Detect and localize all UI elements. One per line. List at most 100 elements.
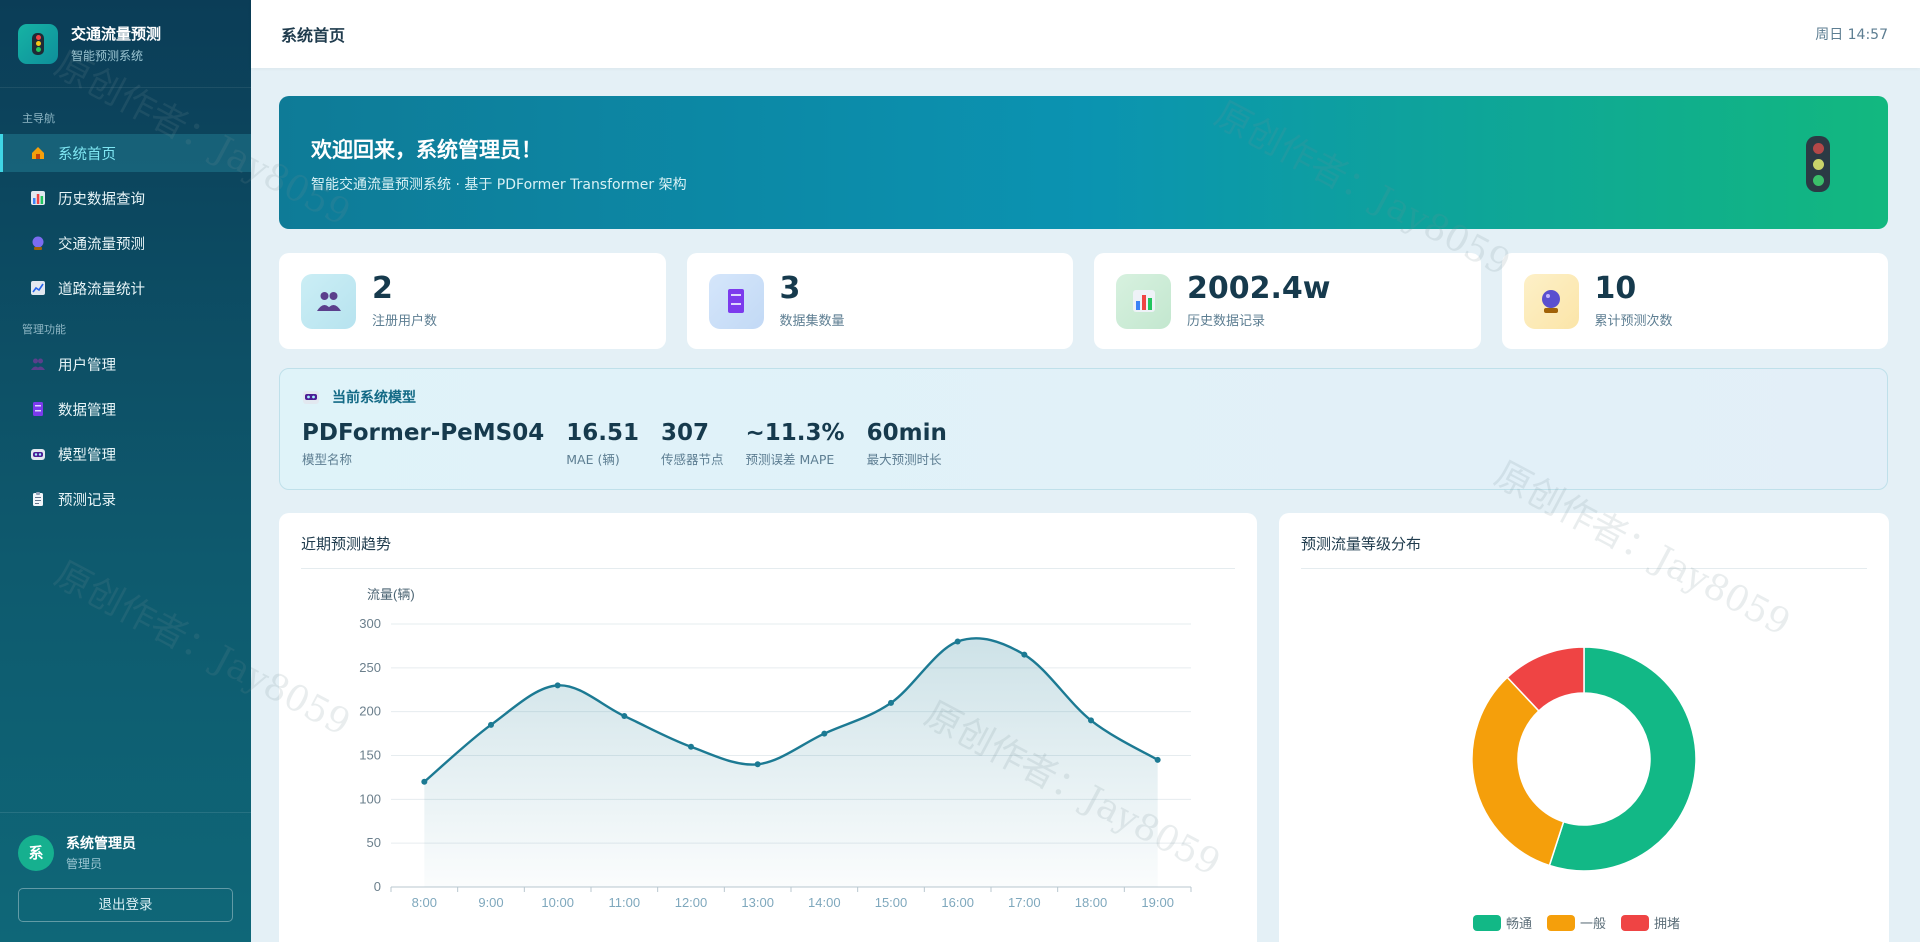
data-point [1154,756,1161,763]
legend-label: 畅通 [1506,916,1532,931]
sidebar-item-road-stats[interactable]: 道路流量统计 [0,269,251,307]
sidebar-item-label: 用户管理 [58,357,116,374]
data-point [821,730,828,737]
topbar: 系统首页 周日 14:57 [251,0,1920,68]
sidebar-item-model-management[interactable]: 模型管理 [0,435,251,473]
stat-value: 10 [1594,270,1637,306]
cabinet-icon [28,399,48,419]
legend-swatch [1547,915,1575,931]
clipboard-icon [28,489,48,509]
legend-label: 拥堵 [1654,916,1680,931]
data-point [688,743,694,750]
users-icon [301,273,356,329]
robot-icon [28,444,48,464]
page-title: 系统首页 [281,26,346,45]
x-tick-label: 19:00 [1141,895,1174,910]
x-tick-label: 16:00 [941,895,974,910]
x-tick-label: 12:00 [675,895,708,910]
nav-section-admin: 管理功能 [22,323,66,336]
sidebar-item-history-query[interactable]: 历史数据查询 [0,179,251,217]
data-point [421,778,428,785]
y-tick-label: 200 [359,704,381,719]
x-tick-label: 11:00 [609,895,641,910]
stat-label: 累计预测次数 [1594,313,1673,329]
model-heading-text: 当前系统模型 [332,390,416,406]
main-content: 欢迎回来，系统管理员！ 智能交通流量预测系统 · 基于 PDFormer Tra… [251,68,1920,942]
x-tick-label: 18:00 [1075,895,1108,910]
stat-value: 2 [372,270,393,306]
mape-metric: ~11.3% 预测误差 MAPE [745,420,845,468]
data-point [1021,651,1028,658]
bar-chart-icon [28,188,48,208]
y-tick-label: 100 [359,791,381,806]
banner-title: 欢迎回来，系统管理员！ [311,137,542,162]
avatar: 系 [18,834,54,871]
user-name: 系统管理员 [66,836,136,852]
stat-card-history-records: 2002.4w 历史数据记录 [1094,253,1481,349]
metric-value: PDFormer-PeMS04 [302,420,545,446]
sidebar-item-label: 历史数据查询 [58,191,145,208]
brand: 交通流量预测 智能预测系统 [0,0,251,88]
user-role: 管理员 [66,857,103,871]
stat-card-users: 2 注册用户数 [279,253,666,349]
data-point [754,761,761,768]
metric-label: 传感器节点 [661,452,724,468]
legend-label: 一般 [1580,916,1606,931]
model-metrics: PDFormer-PeMS04 模型名称 16.51 MAE (辆) 307 传… [302,420,1865,468]
home-icon [28,143,48,163]
sidebar-item-prediction-records[interactable]: 预测记录 [0,480,251,518]
metric-label: 最大预测时长 [866,452,942,468]
sidebar-item-traffic-prediction[interactable]: 交通流量预测 [0,224,251,262]
x-tick-label: 8:00 [412,895,437,910]
metric-label: 模型名称 [302,452,353,468]
sidebar: 交通流量预测 智能预测系统 主导航 系统首页 历史数据查询 交通流量预测 道路流… [0,0,251,942]
metric-label: MAE (辆) [566,452,620,468]
stat-value: 3 [779,270,801,306]
data-point [1088,717,1094,724]
logout-button[interactable]: 退出登录 [18,888,233,922]
metric-value: 60min [866,420,947,446]
cabinet-icon [708,273,764,329]
data-point [621,713,628,720]
charts-row: 近期预测趋势 流量(辆) 0 50 100 150 200 250 300 8:00 9:00 10… [279,513,1889,942]
data-point [954,638,961,645]
sidebar-item-data-management[interactable]: 数据管理 [0,390,251,428]
stat-label: 数据集数量 [779,313,845,329]
sidebar-item-user-management[interactable]: 用户管理 [0,345,251,383]
sidebar-item-label: 道路流量统计 [58,281,145,298]
metric-value: ~11.3% [745,420,845,446]
max-horizon-metric: 60min 最大预测时长 [866,420,947,468]
line-chart-icon [28,278,48,298]
bar-chart-icon [1116,273,1171,329]
model-heading: 当前系统模型 [302,387,1865,407]
pie-slice [1471,676,1565,867]
x-tick-label: 14:00 [808,895,841,910]
current-model-card: 当前系统模型 PDFormer-PeMS04 模型名称 16.51 MAE (辆… [279,368,1888,490]
metric-value: 307 [661,420,710,446]
data-point [488,721,494,728]
metric-label: 预测误差 MAPE [745,452,835,468]
user-panel: 系 系统管理员 管理员 退出登录 [0,812,251,942]
y-axis-label: 流量(辆) [367,587,415,602]
stat-card-datasets: 3 数据集数量 [686,253,1073,349]
brand-title: 交通流量预测 [71,25,162,43]
crystal-ball-icon [28,233,48,253]
sidebar-item-label: 数据管理 [58,402,116,419]
brand-subtitle: 智能预测系统 [71,49,144,63]
sensor-nodes-metric: 307 传感器节点 [661,420,724,468]
pie-chart: 畅通 一般 拥堵 [1471,646,1697,931]
metric-value: 16.51 [566,420,640,446]
trend-chart: 流量(辆) 0 50 100 150 200 250 300 8:00 9:00 10:00 11:0… [359,587,1192,910]
y-tick-label: 250 [359,660,381,675]
traffic-light-icon [1806,136,1830,192]
sidebar-item-home[interactable]: 系统首页 [0,134,251,172]
nav-section-main: 主导航 [22,112,55,125]
x-tick-label: 13:00 [741,895,774,910]
y-tick-label: 300 [359,616,381,631]
sidebar-item-label: 模型管理 [58,447,116,464]
trend-chart-title: 近期预测趋势 [301,533,1235,569]
mae-metric: 16.51 MAE (辆) [566,420,640,468]
legend-swatch [1621,915,1649,931]
legend-swatch [1473,915,1501,931]
trend-chart-card: 近期预测趋势 流量(辆) 0 50 100 150 200 250 300 8:00 9:00 10… [279,513,1257,942]
